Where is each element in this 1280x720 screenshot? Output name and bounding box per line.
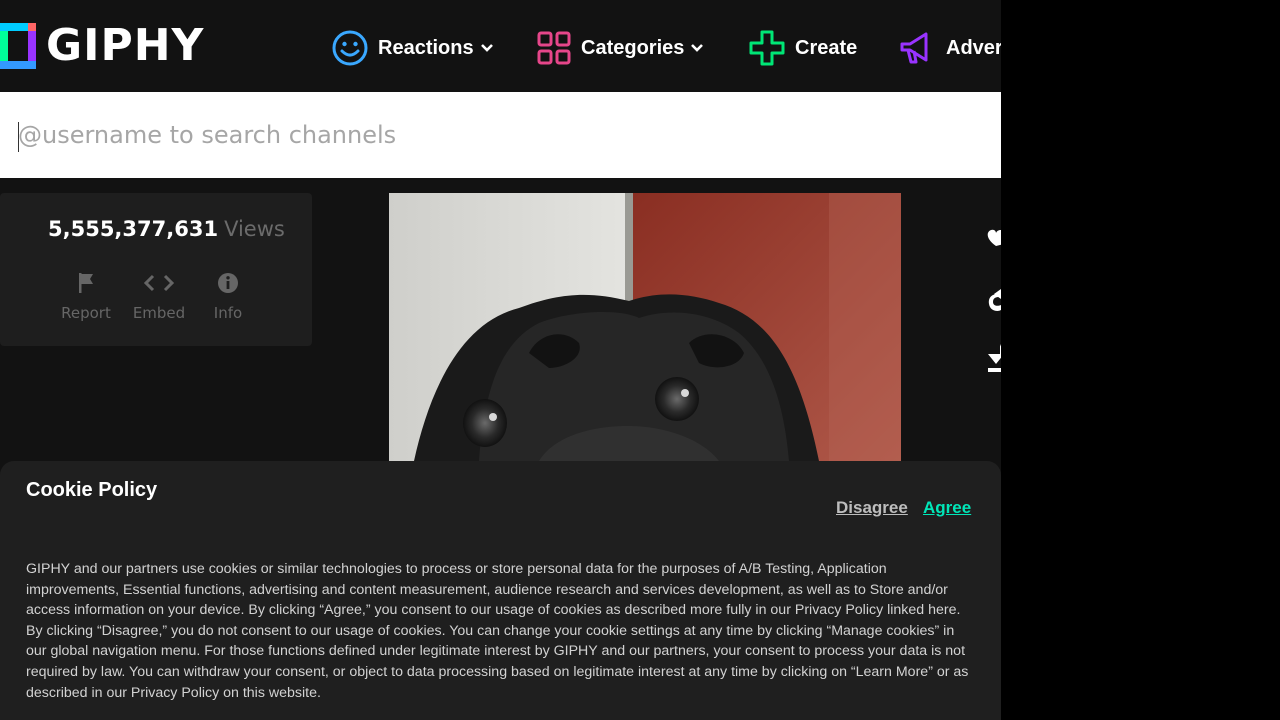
nav-create[interactable]: Create [749,28,857,68]
nav-reactions[interactable]: Reactions [332,28,494,68]
code-icon [143,274,175,292]
heart-icon [987,229,1001,246]
nav-advertise[interactable]: Adver [898,28,1001,68]
download-icon [988,344,1001,372]
flag-icon [79,273,93,293]
chevron-down-icon [691,44,704,52]
channel-search-input[interactable] [0,92,1001,178]
favorite-button[interactable] [984,226,1001,252]
report-label: Report [61,304,111,322]
nav-categories[interactable]: Categories [537,28,704,68]
info-label: Info [213,304,243,322]
dog-gif-frame [389,193,901,461]
cookie-policy-banner: Cookie Policy Disagree Agree GIPHY and o… [0,461,1001,720]
views-count: 5,555,377,631 [48,217,219,241]
gif-image-dog[interactable] [389,193,901,461]
giphy-logo-mark [0,23,36,69]
nav-categories-label: Categories [581,36,685,59]
disagree-button[interactable]: Disagree [836,498,908,518]
info-icon [218,273,238,293]
agree-button[interactable]: Agree [923,498,971,518]
cookie-policy-text: GIPHY and our partners use cookies or si… [26,561,969,701]
views-label: Views [224,217,285,241]
smiley-icon [332,30,368,66]
embed-label: Embed [132,304,186,322]
report-button[interactable]: Report [46,270,126,322]
info-button[interactable]: Info [188,270,268,322]
nav-create-label: Create [795,36,858,59]
megaphone-icon [900,32,928,64]
nav-reactions-label: Reactions [378,36,474,59]
page-viewport: GIPHY Reactions Categories Create Adver … [0,0,1001,720]
plus-icon [749,30,785,66]
giphy-logo[interactable]: GIPHY [0,22,204,70]
grid-icon [537,31,571,65]
download-button[interactable] [984,344,1001,378]
share-icon [988,289,1001,311]
embed-button[interactable]: Embed [119,270,199,322]
text-caret [18,122,19,152]
share-button[interactable] [984,288,1001,318]
views-counter: 5,555,377,631 Views [48,217,285,241]
site-header: GIPHY Reactions Categories Create Adver [0,0,1001,80]
giphy-logo-text: GIPHY [46,20,205,71]
cookie-policy-title: Cookie Policy [26,479,158,501]
nav-advertise-label: Adver [946,36,1001,59]
chevron-down-icon [480,44,493,52]
